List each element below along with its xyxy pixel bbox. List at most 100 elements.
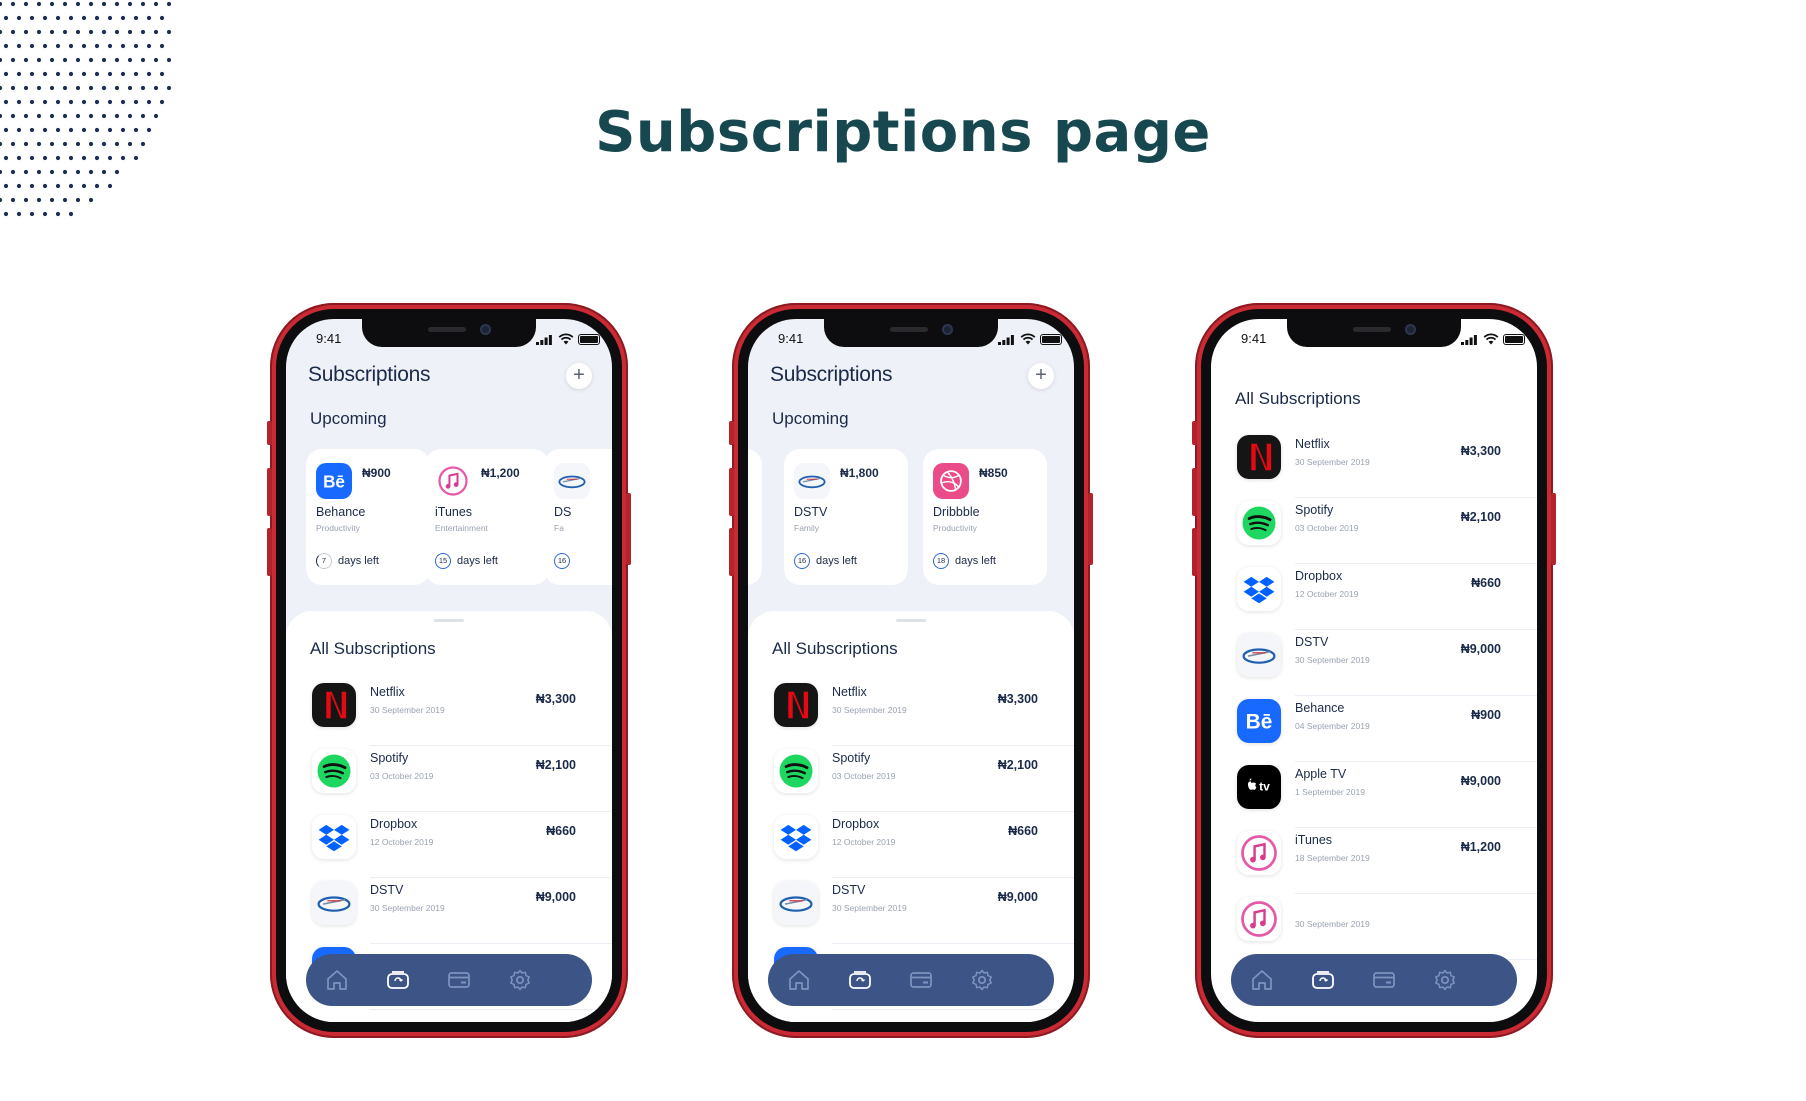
days-left-label: days left <box>338 555 379 567</box>
days-left-label: days left <box>816 555 857 567</box>
home-icon <box>324 967 350 993</box>
subscription-name: Netflix <box>832 685 867 699</box>
subscription-price: ₦2,100 <box>997 758 1038 772</box>
upcoming-card[interactable]: ₦1,800 DSTV Family 16 days left <box>784 449 908 585</box>
itunes-icon <box>435 463 471 499</box>
netflix-icon <box>312 683 356 727</box>
subscription-price: ₦660 <box>546 824 576 838</box>
subscription-price: ₦9,000 <box>997 890 1038 904</box>
bottom-nav-bar <box>306 954 592 1006</box>
card-name: Behance <box>316 505 366 519</box>
card-amount: ₦1,200 <box>481 466 520 480</box>
row-divider <box>370 1009 612 1010</box>
gear-icon <box>1432 967 1458 993</box>
row-divider <box>832 1009 1074 1010</box>
battery-icon <box>1503 334 1525 345</box>
status-time: 9:41 <box>1241 331 1267 346</box>
upcoming-card[interactable]: ₦850 Dribbble Productivity 18 days left <box>923 449 1047 585</box>
subscription-price: ₦660 <box>1471 576 1501 590</box>
nav-subscriptions-button[interactable] <box>385 967 411 993</box>
card-category: Productivity <box>316 523 360 533</box>
upcoming-carousel[interactable]: Bē ₦900 Behance Productivity 7 days left… <box>286 449 612 589</box>
sheet-grabber[interactable] <box>896 619 926 622</box>
nav-home-button[interactable] <box>324 967 350 993</box>
days-ring: 15 <box>435 553 451 569</box>
card-category: Productivity <box>933 523 977 533</box>
netflix-icon <box>774 683 818 727</box>
card-name: DS <box>554 505 572 519</box>
subscription-price: ₦1,200 <box>1460 840 1501 854</box>
dstv-icon <box>554 463 590 499</box>
nav-settings-button[interactable] <box>1432 967 1458 993</box>
phone-mockup-2: 9:41 Subscriptions + Upcoming ₦1,800 DST… <box>729 303 1093 1038</box>
card-amount: ₦1,800 <box>840 466 879 480</box>
nav-cards-button[interactable] <box>446 967 472 993</box>
itunes-icon <box>1237 831 1281 875</box>
dropbox-icon <box>312 815 356 859</box>
subscription-date: 12 October 2019 <box>370 837 434 847</box>
subscription-name: DSTV <box>832 883 866 897</box>
all-subscriptions-screen: 9:41 All Subscriptions Netflix 30 Septemb… <box>1211 319 1537 1022</box>
card-category: Family <box>794 523 820 533</box>
status-time: 9:41 <box>316 331 342 346</box>
add-subscription-button[interactable]: + <box>566 363 592 389</box>
add-subscription-button[interactable]: + <box>1028 363 1054 389</box>
subscription-name: Netflix <box>370 685 405 699</box>
nav-subscriptions-button[interactable] <box>1310 967 1336 993</box>
page-title: Subscriptions page <box>595 100 1211 165</box>
subscription-name: DSTV <box>1295 635 1329 649</box>
gear-icon <box>507 967 533 993</box>
svg-text:Bē: Bē <box>1246 711 1273 734</box>
itunes-icon <box>1237 897 1281 941</box>
upcoming-card[interactable]: ₦1,200 iTunes Entertainment 15 days left <box>425 449 549 585</box>
subscription-name: Apple TV <box>1295 767 1347 781</box>
spotify-icon <box>774 749 818 793</box>
nav-cards-button[interactable] <box>1371 967 1397 993</box>
silent-switch <box>729 421 734 445</box>
nav-home-button[interactable] <box>786 967 812 993</box>
side-button <box>626 493 631 565</box>
subscription-date: 30 September 2019 <box>1295 457 1370 467</box>
camera-icon <box>480 324 491 335</box>
nav-cards-button[interactable] <box>908 967 934 993</box>
home-icon <box>1249 967 1275 993</box>
upcoming-card[interactable]: Bē ₦900 Behance Productivity 7 days left <box>306 449 430 585</box>
subscriptions-icon <box>847 967 873 993</box>
upcoming-card[interactable]: DS Fa 16 <box>544 449 612 585</box>
gear-icon <box>969 967 995 993</box>
behance-icon: Bē <box>316 463 352 499</box>
behance-icon: Bē <box>1237 699 1281 743</box>
card-amount: ₦850 <box>979 466 1008 480</box>
dstv-icon <box>1237 633 1281 677</box>
upcoming-title: Upcoming <box>310 409 387 428</box>
subscription-name: Spotify <box>370 751 409 765</box>
wifi-icon <box>558 333 574 345</box>
volume-up-button <box>1192 468 1197 516</box>
spotify-icon <box>1237 501 1281 545</box>
signal-icon <box>1461 335 1477 345</box>
subscription-name: DSTV <box>370 883 404 897</box>
nav-home-button[interactable] <box>1249 967 1275 993</box>
days-ring: 16 <box>554 553 570 569</box>
days-left-label: days left <box>955 555 996 567</box>
home-icon <box>786 967 812 993</box>
subscription-date: 04 September 2019 <box>1295 721 1370 731</box>
subscription-price: ₦3,300 <box>1460 444 1501 458</box>
subscriptions-icon <box>1310 967 1336 993</box>
subscription-row[interactable]: 30 September 2019 <box>1211 883 1537 960</box>
volume-down-button <box>267 528 272 576</box>
subscription-date: 30 September 2019 <box>832 705 907 715</box>
subscription-name: Dropbox <box>1295 569 1343 583</box>
nav-settings-button[interactable] <box>507 967 533 993</box>
signal-icon <box>536 335 552 345</box>
subscription-date: 03 October 2019 <box>370 771 434 781</box>
nav-subscriptions-button[interactable] <box>847 967 873 993</box>
header-title: Subscriptions <box>308 363 431 386</box>
upcoming-carousel[interactable]: ₦1,800 DSTV Family 16 days left ₦850 Dri… <box>748 449 1074 589</box>
nav-settings-button[interactable] <box>969 967 995 993</box>
notch <box>824 319 998 347</box>
notch <box>362 319 536 347</box>
subscription-price: ₦2,100 <box>535 758 576 772</box>
sheet-grabber[interactable] <box>434 619 464 622</box>
upcoming-card-partial[interactable] <box>748 449 762 585</box>
